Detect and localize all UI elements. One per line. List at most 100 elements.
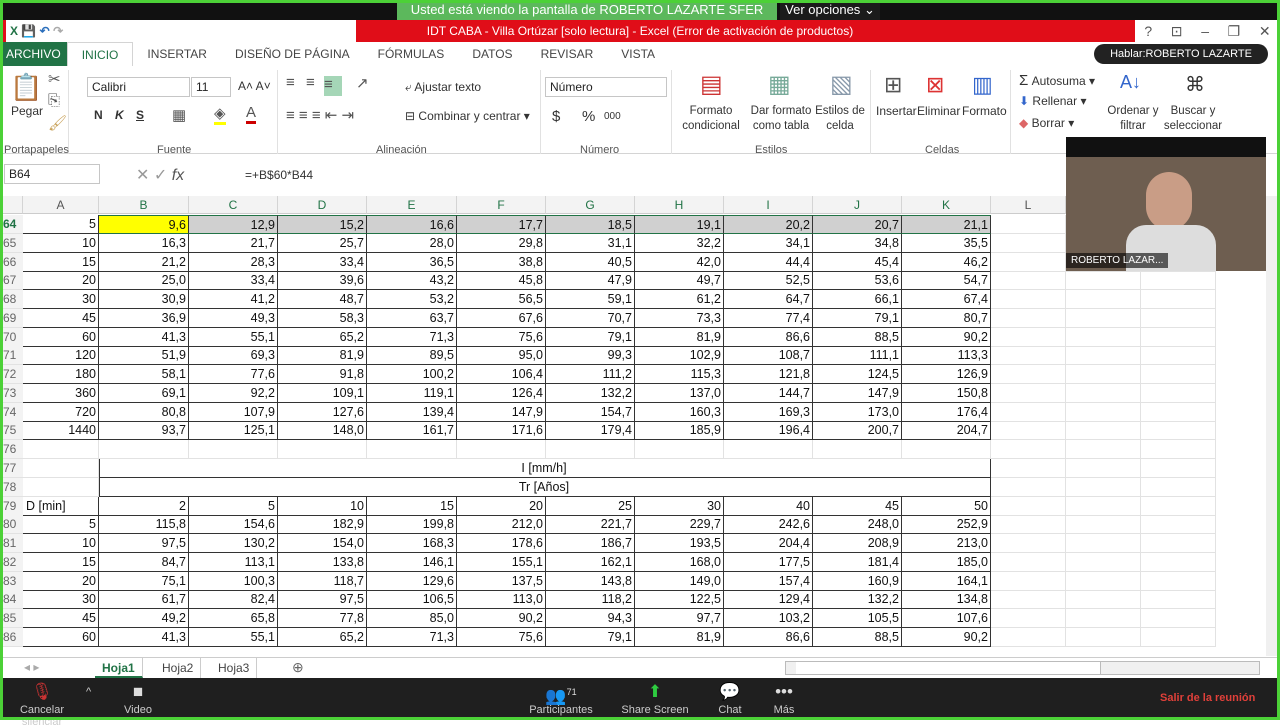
cell[interactable]: 115,8 — [99, 515, 189, 535]
name-box[interactable]: B64 — [4, 164, 100, 184]
column-header[interactable]: K — [902, 196, 991, 214]
cell[interactable] — [99, 440, 189, 460]
cell[interactable]: 56,5 — [457, 290, 546, 310]
cell[interactable]: 75,6 — [457, 327, 546, 347]
cell[interactable] — [1141, 496, 1216, 516]
cell[interactable] — [991, 271, 1066, 291]
cell[interactable] — [1066, 308, 1141, 328]
cell[interactable] — [1141, 402, 1216, 422]
row-header[interactable]: 77 — [0, 459, 23, 478]
row-header[interactable]: 83 — [0, 571, 23, 591]
cell[interactable] — [991, 402, 1066, 422]
row-header[interactable]: 64 — [0, 215, 23, 234]
cell[interactable]: 173,0 — [813, 402, 902, 422]
cell[interactable] — [1141, 609, 1216, 629]
cell[interactable] — [1066, 459, 1141, 478]
cell[interactable]: 20,7 — [813, 215, 902, 234]
tab-datos[interactable]: DATOS — [458, 42, 526, 66]
video-button[interactable]: ■ Video — [118, 678, 158, 716]
cell[interactable] — [991, 346, 1066, 366]
number-format-select[interactable]: Número — [545, 77, 667, 97]
cell[interactable]: 2 — [99, 496, 189, 516]
cell[interactable]: 148,0 — [278, 421, 367, 441]
cell[interactable]: 31,1 — [546, 233, 635, 253]
format-painter-icon[interactable]: 🖌 — [48, 114, 67, 132]
cell[interactable]: 95,0 — [457, 346, 546, 366]
cell[interactable] — [724, 440, 813, 460]
cell[interactable]: 79,1 — [546, 327, 635, 347]
cell[interactable]: 88,5 — [813, 627, 902, 647]
cell[interactable] — [1141, 271, 1216, 291]
cell[interactable]: 45 — [23, 609, 99, 629]
cell[interactable]: 17,7 — [457, 215, 546, 234]
cell[interactable]: 77,8 — [278, 609, 367, 629]
cell[interactable] — [991, 308, 1066, 328]
cell[interactable]: 60 — [23, 327, 99, 347]
cell[interactable]: 34,8 — [813, 233, 902, 253]
cell[interactable] — [23, 477, 99, 497]
cell[interactable]: 75,6 — [457, 627, 546, 647]
cell[interactable]: 106,5 — [367, 590, 457, 610]
cell[interactable]: 161,7 — [367, 421, 457, 441]
cell[interactable]: 34,1 — [724, 233, 813, 253]
merged-header-cell[interactable]: Tr [Años] — [99, 477, 991, 497]
cell[interactable]: 86,6 — [724, 627, 813, 647]
cell[interactable]: 168,3 — [367, 534, 457, 554]
row-header[interactable]: 78 — [0, 477, 23, 497]
cell[interactable]: 9,6 — [99, 215, 189, 234]
cell[interactable]: 127,6 — [278, 402, 367, 422]
cell[interactable]: 80,8 — [99, 402, 189, 422]
cell[interactable] — [1066, 552, 1141, 572]
cell[interactable] — [635, 440, 724, 460]
restore-icon[interactable]: ❐ — [1228, 23, 1241, 40]
borders-icon[interactable]: ▦ — [172, 106, 186, 124]
merge-center-button[interactable]: ⊟ Combinar y centrar ▾ — [405, 109, 530, 123]
cell[interactable] — [991, 365, 1066, 385]
cell[interactable]: 97,7 — [635, 609, 724, 629]
column-header[interactable]: B — [99, 196, 189, 214]
tab-insertar[interactable]: INSERTAR — [133, 42, 221, 66]
cell[interactable]: 77,4 — [724, 308, 813, 328]
cell[interactable]: 109,1 — [278, 383, 367, 403]
find-select-button[interactable]: Buscar y seleccionar — [1160, 104, 1226, 134]
cell[interactable]: 47,9 — [546, 271, 635, 291]
cell[interactable]: 178,6 — [457, 534, 546, 554]
row-header[interactable]: 74 — [0, 402, 23, 422]
cell[interactable]: 155,1 — [457, 552, 546, 572]
cell[interactable]: 67,6 — [457, 308, 546, 328]
font-name-select[interactable]: Calibri — [87, 77, 190, 97]
cell[interactable]: 45,4 — [813, 252, 902, 272]
cell[interactable] — [1141, 383, 1216, 403]
clear-button[interactable]: ◆ Borrar ▾ — [1019, 116, 1074, 130]
cell[interactable]: 5 — [23, 215, 99, 234]
cell[interactable] — [991, 571, 1066, 591]
cell[interactable]: 154,0 — [278, 534, 367, 554]
cell[interactable]: 81,9 — [278, 346, 367, 366]
cell[interactable]: 90,2 — [902, 327, 991, 347]
cell[interactable]: 42,0 — [635, 252, 724, 272]
cell[interactable]: 25,7 — [278, 233, 367, 253]
sort-filter-button[interactable]: Ordenar y filtrar — [1106, 104, 1160, 134]
tab-archivo[interactable]: ARCHIVO — [0, 42, 67, 66]
formula-input[interactable]: =+B$60*B44 — [245, 168, 313, 182]
cell[interactable]: 102,9 — [635, 346, 724, 366]
row-header[interactable]: 81 — [0, 534, 23, 554]
cell[interactable] — [1141, 365, 1216, 385]
cell[interactable]: 185,9 — [635, 421, 724, 441]
cell[interactable]: 20 — [23, 571, 99, 591]
cell[interactable]: 242,6 — [724, 515, 813, 535]
row-header[interactable]: 82 — [0, 552, 23, 572]
cell[interactable]: 199,8 — [367, 515, 457, 535]
cell[interactable]: 15 — [23, 252, 99, 272]
cell[interactable]: 150,8 — [902, 383, 991, 403]
cell[interactable] — [1141, 534, 1216, 554]
cell[interactable]: 176,4 — [902, 402, 991, 422]
cell[interactable]: 55,1 — [189, 627, 278, 647]
cell[interactable]: 133,8 — [278, 552, 367, 572]
cell[interactable]: 61,7 — [99, 590, 189, 610]
cell[interactable]: 93,7 — [99, 421, 189, 441]
cell[interactable] — [1066, 440, 1141, 460]
merged-header-cell[interactable]: I [mm/h] — [99, 459, 991, 478]
fill-color-icon[interactable]: ◈ — [214, 104, 226, 125]
cell[interactable]: 82,4 — [189, 590, 278, 610]
